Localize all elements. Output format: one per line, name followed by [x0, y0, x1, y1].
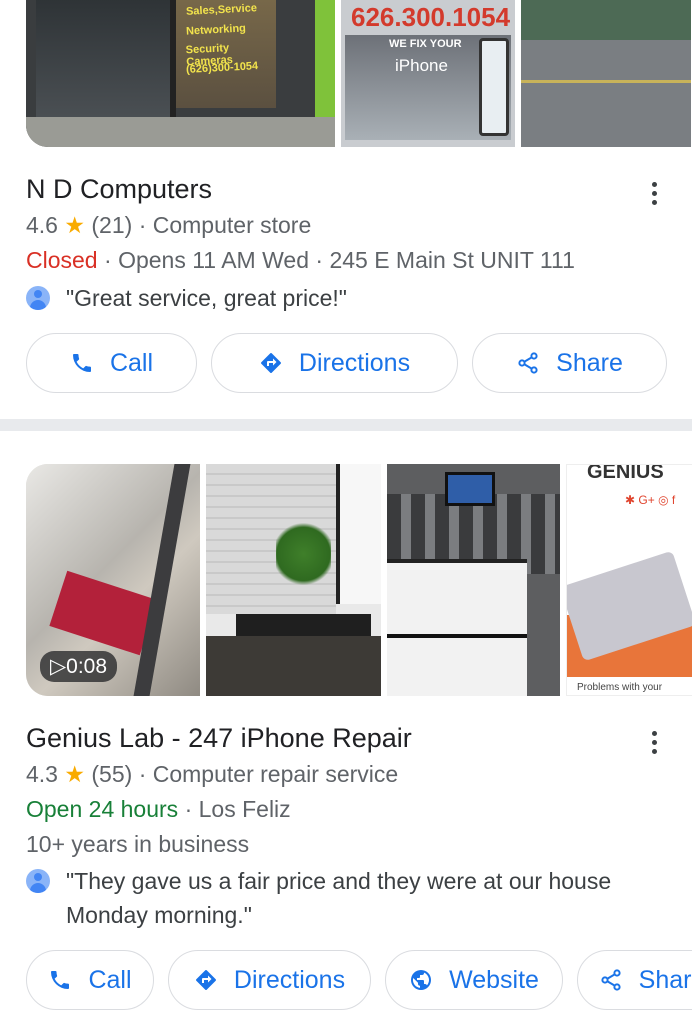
phone-icon [51, 971, 70, 989]
directions-icon [260, 353, 281, 373]
share-button[interactable]: Share [577, 950, 692, 1010]
review-count: (55) [91, 761, 133, 787]
directions-button[interactable]: Directions [168, 950, 371, 1010]
neighborhood: Los Feliz [198, 796, 291, 822]
photo-strip[interactable]: ▷0:08 GENIUS ✱ G+ ◎ f Problems with your [26, 464, 692, 696]
globe-icon [411, 970, 432, 990]
website-button[interactable]: Website [385, 950, 563, 1010]
photo-strip[interactable]: Sales,Service Networking Security Camera… [26, 0, 692, 147]
section-divider [0, 419, 692, 431]
video-duration-badge: ▷0:08 [40, 651, 118, 682]
review-snippet: "They gave us a fair price and they were… [26, 864, 676, 932]
play-icon: ▷ [50, 655, 67, 678]
star-icon: ★ [64, 212, 85, 238]
years-in-business: 10+ years in business [26, 831, 250, 857]
video-thumbnail[interactable]: ▷0:08 [26, 464, 200, 696]
store-interior-photo[interactable] [206, 464, 381, 696]
phone-repair-photo[interactable]: 626.300.1054 WE FIX YOUR iPhone [341, 0, 515, 147]
directions-icon [195, 970, 216, 990]
status-row: Closed · Opens 11 AM Wed · 245 E Main St… [26, 247, 575, 273]
business-name[interactable]: Genius Lab - 247 iPhone Repair [26, 723, 412, 754]
status-row: Open 24 hours · Los Feliz [26, 796, 291, 822]
category: Computer repair service [152, 761, 399, 787]
more-vert-icon[interactable] [652, 731, 658, 754]
directions-button[interactable]: Directions [211, 333, 458, 393]
phone-display [479, 38, 509, 136]
store-sign: Sales,Service Networking Security Camera… [176, 0, 276, 108]
phone-icon [72, 354, 91, 372]
status-open: Open 24 hours [26, 796, 179, 822]
action-chips: Call Directions Share [26, 333, 667, 393]
address: 245 E Main St UNIT 111 [329, 247, 575, 273]
review-snippet: "Great service, great price!" [26, 281, 347, 315]
share-button[interactable]: Share [472, 333, 667, 393]
review-text: "Great service, great price!" [66, 285, 347, 311]
rating-value: 4.6 [26, 212, 58, 238]
rating-row: 4.3 ★ (55) · Computer repair service [26, 761, 399, 787]
action-chips: Call Directions Website Share [26, 950, 692, 1010]
social-icons: ✱ G+ ◎ f [625, 493, 676, 507]
storefront-photo[interactable]: Sales,Service Networking Security Camera… [26, 0, 335, 147]
promo-photo[interactable]: GENIUS ✱ G+ ◎ f Problems with your [566, 464, 692, 696]
review-count: (21) [91, 212, 133, 238]
review-text: "They gave us a fair price and they were… [66, 868, 612, 928]
rating-row: 4.6 ★ (21) · Computer store [26, 212, 312, 238]
star-icon: ★ [64, 761, 85, 787]
share-icon [518, 352, 538, 374]
avatar-icon [26, 286, 50, 310]
more-vert-icon[interactable] [652, 182, 658, 205]
phone-number-sign: 626.300.1054 [351, 2, 511, 32]
share-icon [601, 969, 621, 991]
rating-value: 4.3 [26, 761, 58, 787]
call-button[interactable]: Call [26, 333, 197, 393]
business-name[interactable]: N D Computers [26, 174, 212, 205]
status-closed: Closed [26, 247, 98, 273]
category: Computer store [152, 212, 312, 238]
call-button[interactable]: Call [26, 950, 154, 1010]
hours: Opens 11 AM Wed [118, 247, 309, 273]
avatar-icon [26, 869, 50, 893]
store-counter-photo[interactable] [387, 464, 560, 696]
street-photo[interactable] [521, 0, 691, 147]
